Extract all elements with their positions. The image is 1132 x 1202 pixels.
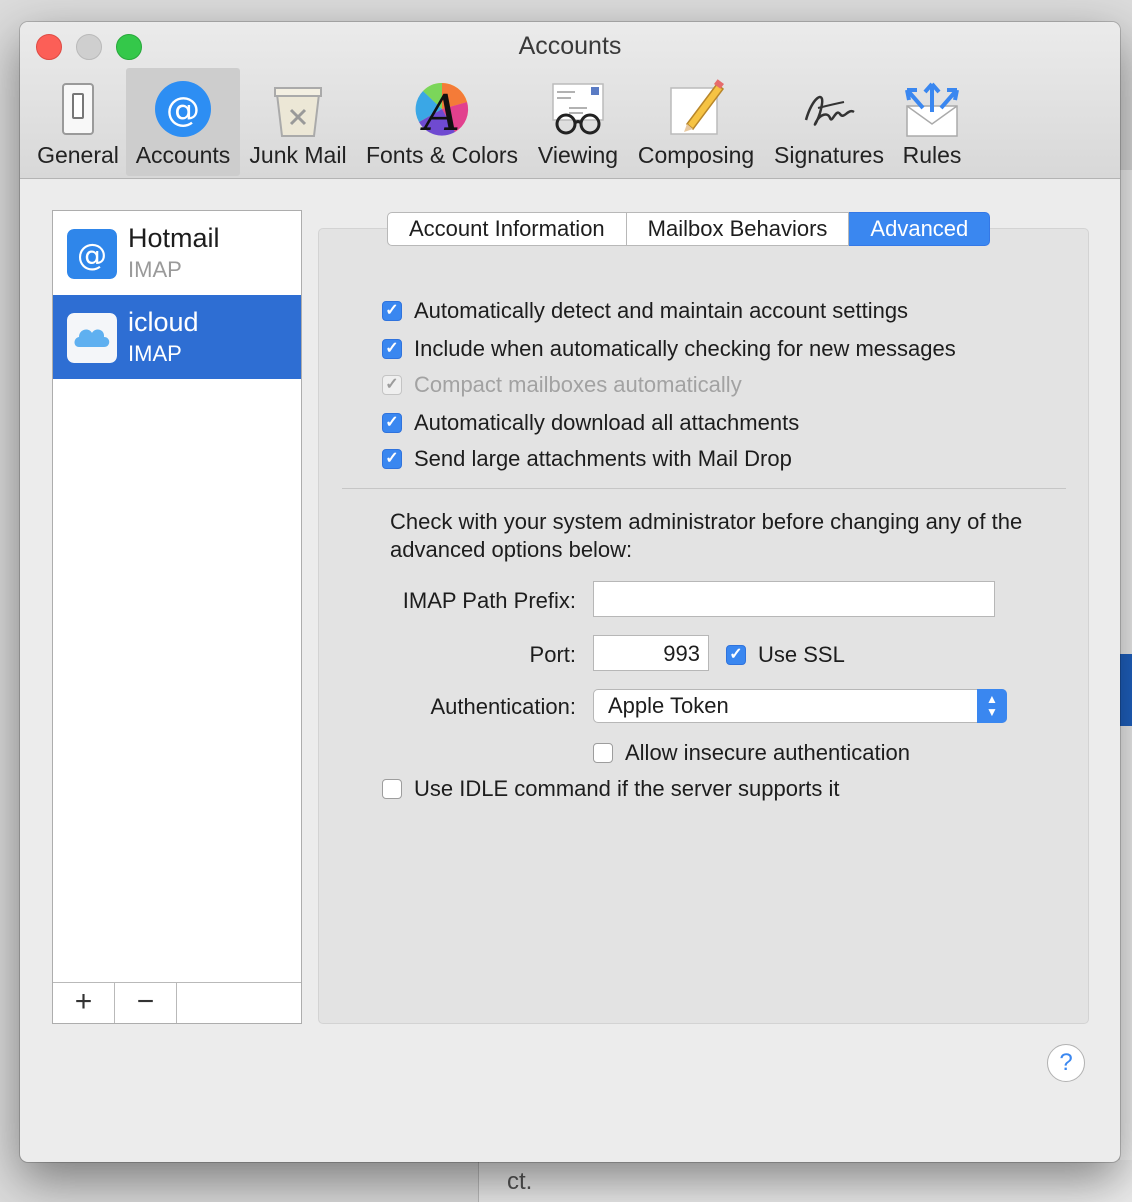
titlebar: Accounts General @ Accounts Junk Mail A … (20, 22, 1120, 179)
chevron-updown-icon: ▲ ▼ (977, 689, 1007, 723)
svg-text:@: @ (77, 238, 107, 273)
help-button[interactable]: ? (1047, 1044, 1085, 1082)
authentication-select[interactable]: Apple Token ▲ ▼ (593, 689, 1007, 723)
checkbox[interactable]: ✓ (382, 413, 402, 433)
option-label: Automatically detect and maintain accoun… (414, 298, 909, 323)
toolbar-label: Signatures (774, 142, 884, 168)
window-title: Accounts (518, 32, 622, 60)
toolbar-label: General (37, 142, 119, 168)
add-account-button[interactable]: + (53, 983, 115, 1023)
font-color-wheel-icon: A (415, 82, 469, 140)
toolbar-fonts-colors[interactable]: A Fonts & Colors (360, 68, 524, 176)
option-mail-drop[interactable]: ✓ Send large attachments with Mail Drop (382, 444, 792, 474)
toolbar-junk-mail[interactable]: Junk Mail (246, 68, 350, 176)
list-footer: + − (53, 982, 301, 1023)
port-field[interactable]: 993 (593, 635, 709, 671)
divider (342, 488, 1066, 489)
checkbox[interactable]: ✓ (382, 449, 402, 469)
account-item-icloud[interactable]: icloud IMAP (53, 295, 301, 379)
toolbar-composing[interactable]: Composing (632, 68, 760, 176)
background-app-text: ct. (507, 1168, 533, 1195)
toolbar-signatures[interactable]: Signatures (768, 68, 890, 176)
svg-text:@: @ (166, 90, 200, 130)
option-auto-detect[interactable]: ✓ Automatically detect and maintain acco… (382, 296, 908, 326)
at-sign-icon: @ (155, 81, 211, 137)
option-include-checking[interactable]: ✓ Include when automatically checking fo… (382, 334, 956, 364)
option-label: Compact mailboxes automatically (414, 372, 742, 397)
signature-icon (804, 95, 855, 126)
toolbar-label: Accounts (135, 142, 231, 168)
background-app-button (1118, 654, 1132, 726)
toolbar-label: Fonts & Colors (365, 142, 519, 168)
toolbar-label: Rules (902, 142, 962, 168)
at-sign-icon: @ (67, 229, 117, 279)
option-download-attachments[interactable]: ✓ Automatically download all attachments (382, 408, 799, 438)
checkbox[interactable]: ✓ (382, 339, 402, 359)
toolbar-general[interactable]: General (34, 68, 122, 176)
envelope-arrows-icon (905, 82, 959, 137)
toolbar-rules[interactable]: Rules (894, 68, 970, 176)
account-type: IMAP (128, 341, 182, 366)
pencil-paper-icon (670, 79, 725, 135)
preferences-window: Accounts General @ Accounts Junk Mail A … (20, 22, 1120, 1162)
account-name: Hotmail (128, 223, 220, 253)
checkbox[interactable] (382, 779, 402, 799)
option-use-ssl[interactable]: ✓ Use SSL (726, 640, 845, 670)
glasses-icon (552, 83, 604, 135)
background-app-footer: ct. (478, 1160, 1132, 1202)
svg-text:A: A (420, 84, 460, 140)
toolbar-viewing[interactable]: Viewing (532, 68, 624, 176)
imap-path-field[interactable] (593, 581, 995, 617)
remove-account-button[interactable]: − (115, 983, 177, 1023)
option-label: Automatically download all attachments (414, 410, 800, 435)
option-allow-insecure[interactable]: Allow insecure authentication (593, 738, 910, 768)
switch-icon (62, 83, 94, 135)
account-name: icloud (128, 307, 199, 337)
tab-mailbox-behaviors[interactable]: Mailbox Behaviors (626, 212, 850, 246)
authentication-label: Authentication: (430, 694, 576, 719)
accounts-list: @ Hotmail IMAP icloud IMAP + − (52, 210, 302, 1024)
checkbox[interactable] (593, 743, 613, 763)
port-label: Port: (529, 642, 576, 667)
checkbox[interactable]: ✓ (726, 645, 746, 665)
option-label: Use SSL (758, 642, 845, 667)
option-label: Allow insecure authentication (625, 740, 910, 765)
account-type: IMAP (128, 257, 182, 282)
advanced-note: Check with your system administrator bef… (390, 509, 1023, 562)
account-item-hotmail[interactable]: @ Hotmail IMAP (53, 211, 301, 295)
toolbar-label: Composing (637, 142, 755, 168)
cloud-icon (67, 313, 117, 363)
tab-advanced[interactable]: Advanced (849, 212, 991, 246)
imap-path-label: IMAP Path Prefix: (402, 588, 576, 613)
option-compact-mailboxes: ✓ Compact mailboxes automatically (382, 370, 742, 400)
toolbar-label: Junk Mail (249, 142, 347, 168)
option-label: Send large attachments with Mail Drop (414, 446, 792, 471)
tab-account-information[interactable]: Account Information (387, 212, 627, 246)
toolbar-label: Viewing (537, 142, 619, 168)
option-label: Use IDLE command if the server supports … (414, 776, 840, 801)
authentication-value: Apple Token (608, 693, 729, 718)
checkbox[interactable]: ✓ (382, 301, 402, 321)
checkbox: ✓ (382, 375, 402, 395)
option-use-idle[interactable]: Use IDLE command if the server supports … (382, 774, 840, 804)
toolbar-accounts[interactable]: @ Accounts (126, 68, 240, 176)
trash-can-icon (274, 87, 322, 137)
tab-bar: Account Information Mailbox Behaviors Ad… (387, 212, 991, 246)
option-label: Include when automatically checking for … (414, 336, 956, 361)
